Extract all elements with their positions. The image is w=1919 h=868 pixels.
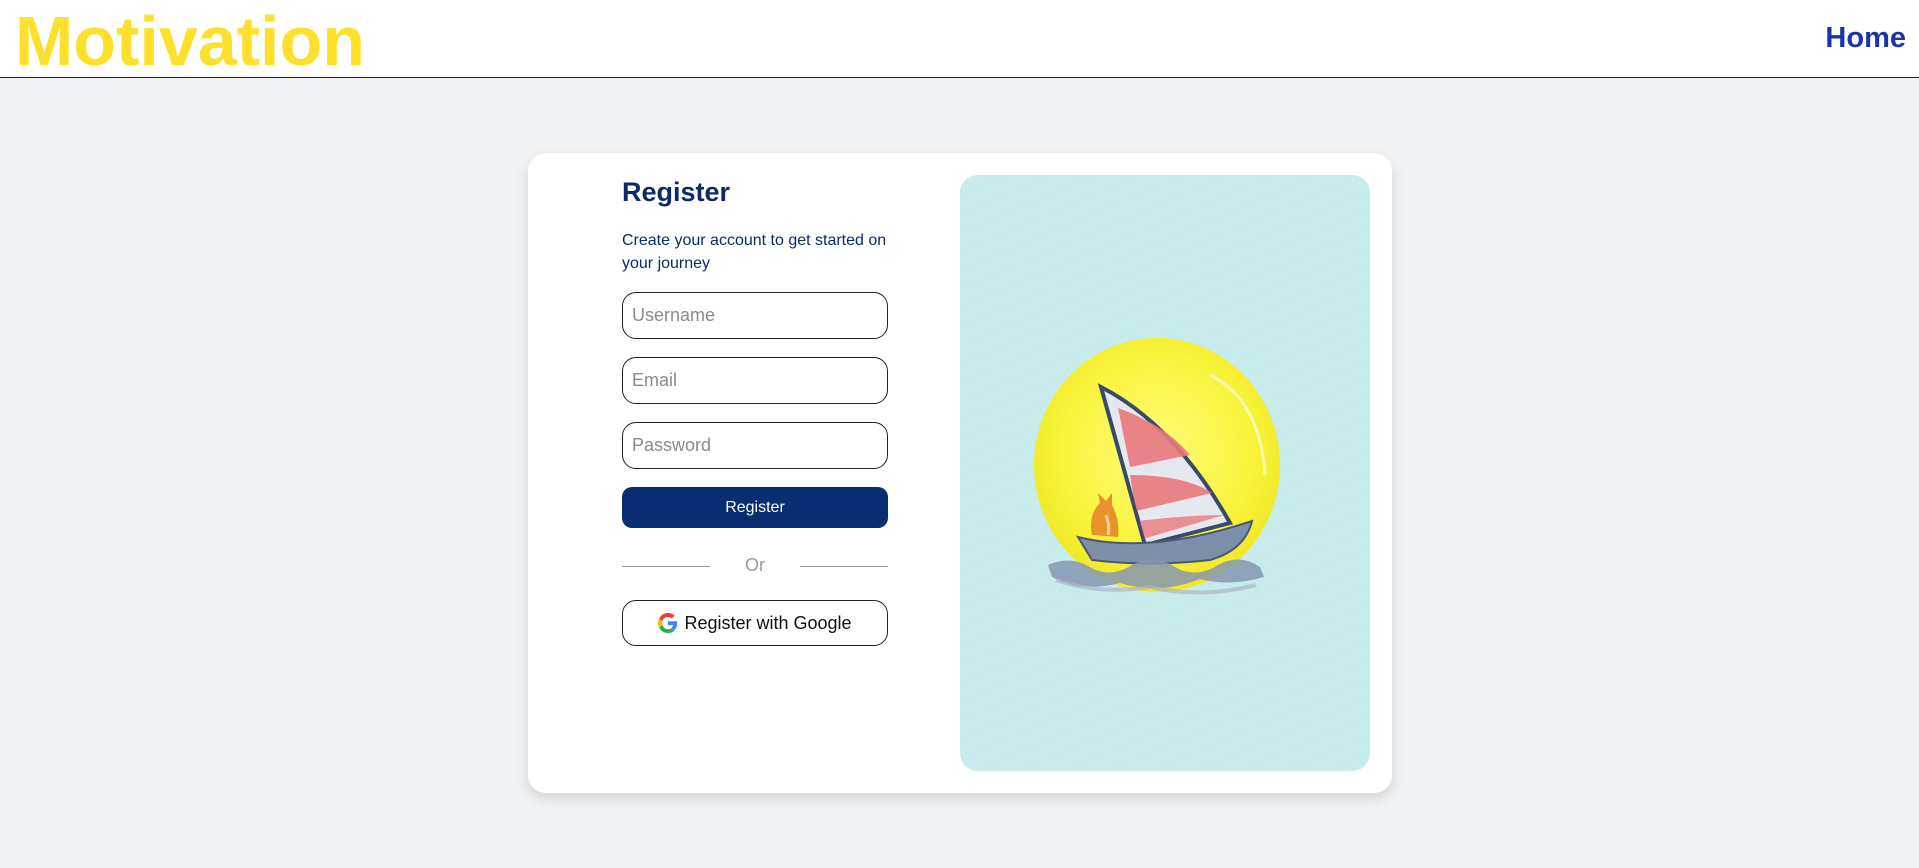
email-input[interactable]: [622, 357, 888, 404]
password-input[interactable]: [622, 422, 888, 469]
or-divider: Or: [622, 553, 888, 581]
sailboat-illustration: [960, 175, 1370, 771]
register-button[interactable]: Register: [622, 487, 888, 528]
sailboat-moon-illustration: [960, 175, 1370, 771]
register-card: Register Create your account to get star…: [528, 153, 1392, 793]
google-button-label: Register with Google: [684, 612, 852, 633]
username-input[interactable]: [622, 292, 888, 339]
top-navbar: Motivation Home: [0, 0, 1919, 80]
brand-logo[interactable]: Motivation: [15, 2, 365, 80]
page-subtitle: Create your account to get started on yo…: [622, 232, 887, 272]
register-with-google-button[interactable]: Register with Google: [622, 600, 888, 646]
page-title: Register: [622, 177, 731, 207]
nav-home-link[interactable]: Home: [1825, 22, 1906, 55]
google-icon: [658, 613, 678, 633]
divider-line-right: [800, 566, 888, 567]
